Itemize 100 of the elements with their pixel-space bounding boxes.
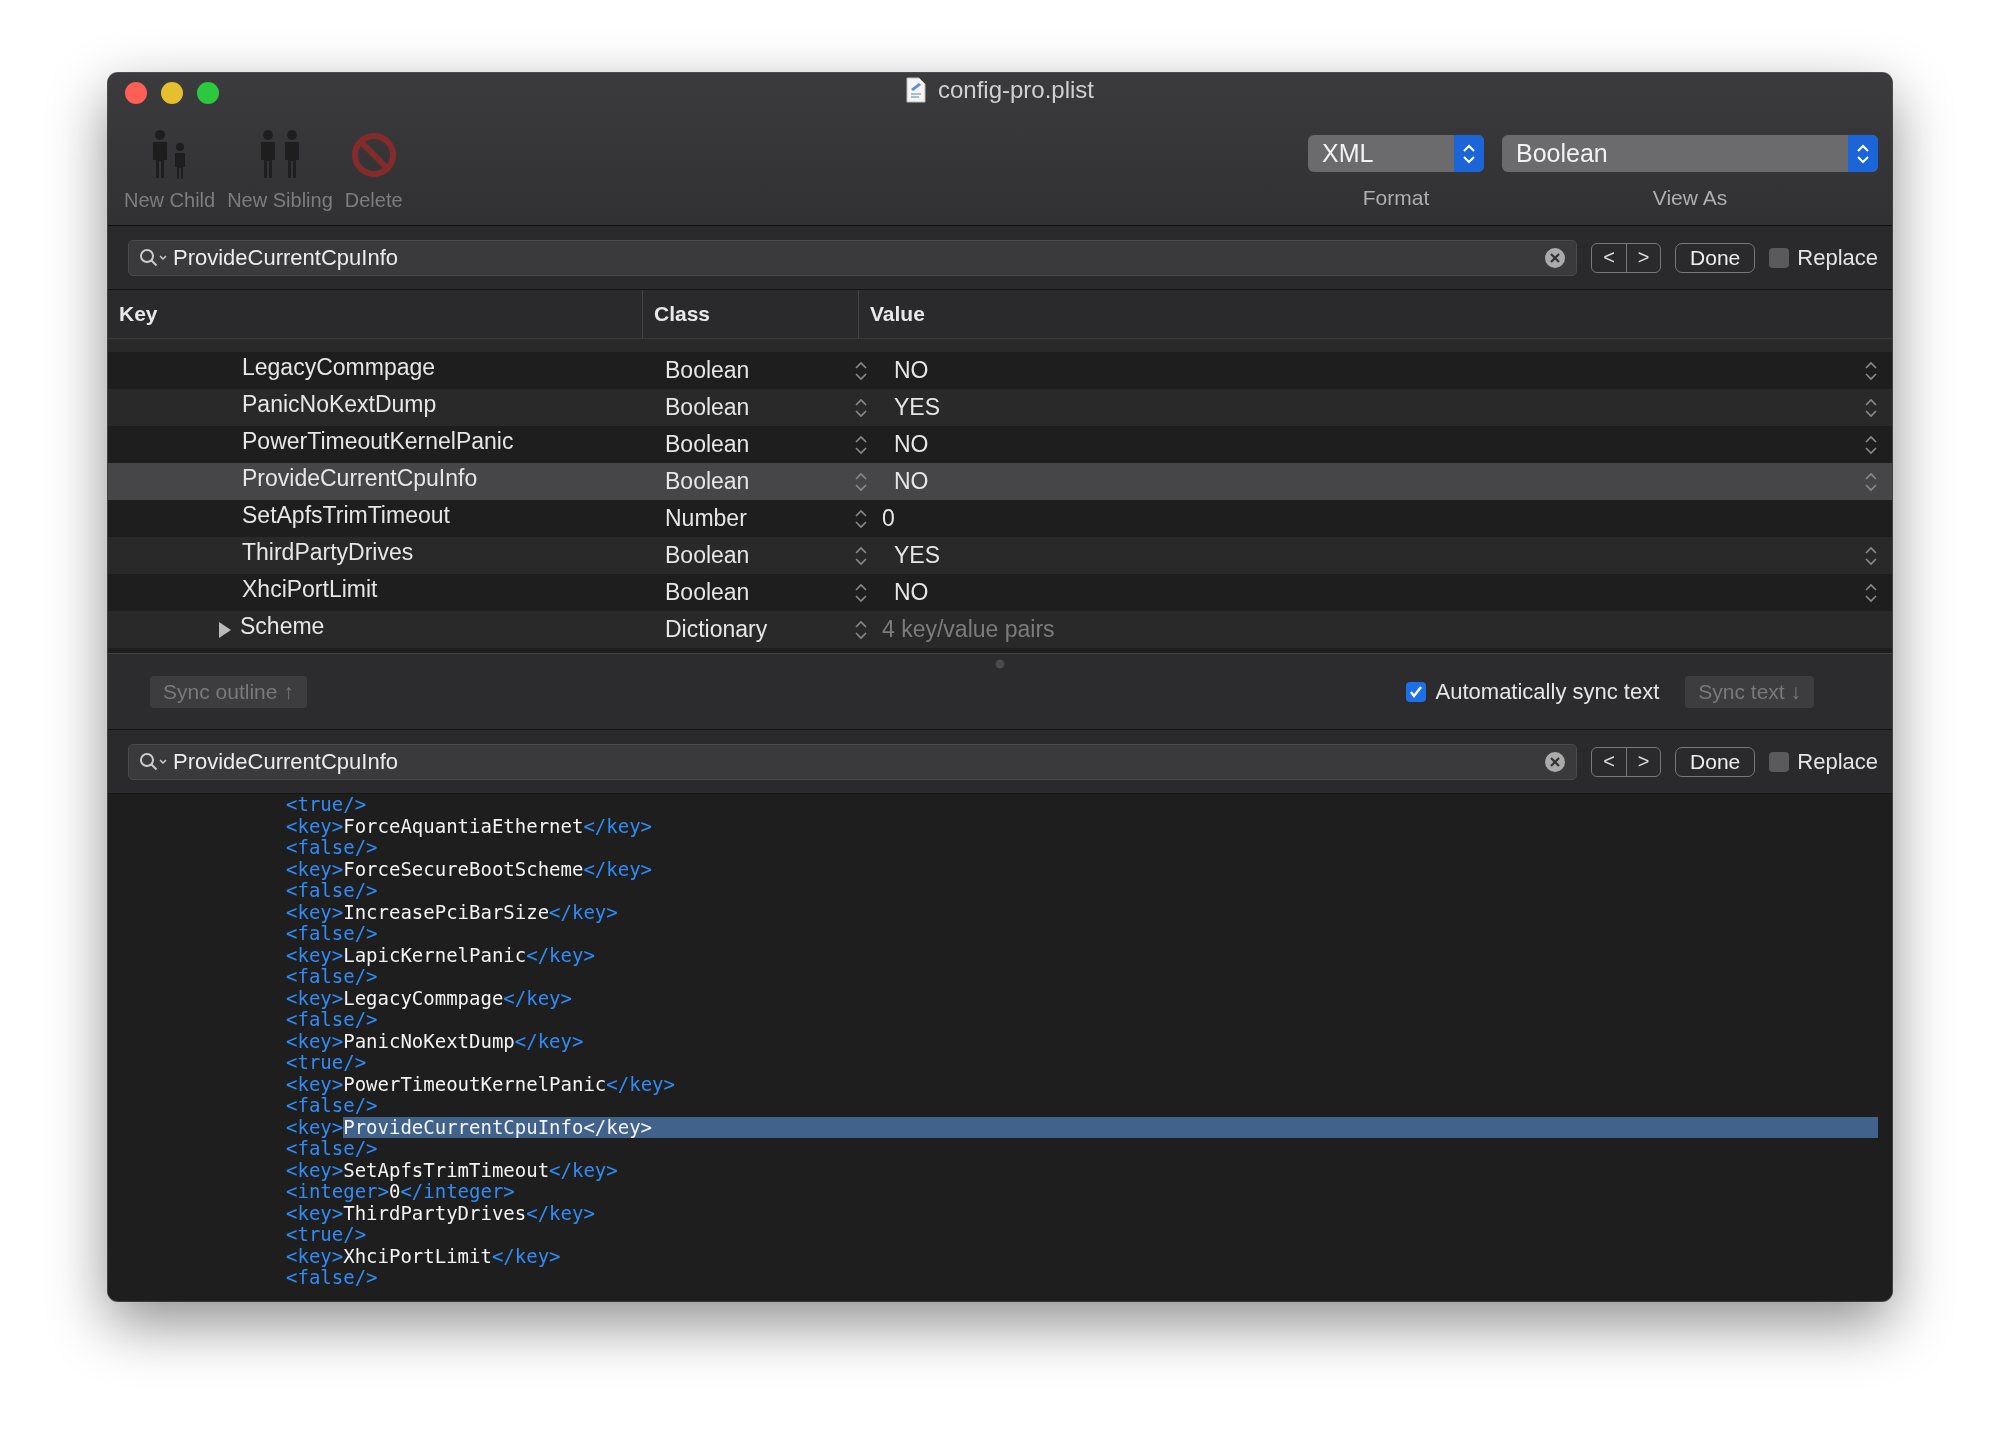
code-tag: <false/>	[286, 1095, 378, 1117]
code-tag: </key>	[583, 1116, 653, 1138]
code-tag: <false/>	[286, 1138, 378, 1160]
column-header[interactable]: Key	[108, 290, 642, 338]
code-tag: </key>	[549, 901, 618, 923]
code-text: XhciPortLimit	[343, 1245, 492, 1267]
code-tag: </key>	[526, 944, 595, 966]
disclosure-triangle-icon[interactable]	[217, 620, 233, 639]
code-text: PanicNoKextDump	[343, 1030, 515, 1052]
document-icon	[905, 77, 926, 103]
code-tag: <key>	[286, 1245, 344, 1267]
key-cell: PanicNoKextDump	[242, 391, 437, 418]
class-cell: Boolean	[665, 542, 750, 569]
code-tag: <false/>	[286, 837, 378, 859]
code-text: PowerTimeoutKernelPanic	[343, 1073, 607, 1095]
key-cell: Scheme	[240, 613, 325, 640]
popup-label: Format	[1362, 186, 1430, 210]
popup-button[interactable]: Boolean	[1502, 135, 1878, 172]
code-tag: <key>	[286, 1202, 344, 1224]
value-cell: NO	[894, 468, 929, 495]
code-tag: <false/>	[286, 1267, 378, 1289]
replace-label: Replace	[1797, 244, 1878, 271]
previous-button[interactable]: <	[1592, 747, 1627, 776]
code-tag: </key>	[583, 815, 653, 837]
code-tag: <key>	[286, 1030, 344, 1052]
table-row[interactable]: PanicNoKextDump Boolean YES	[108, 389, 1892, 426]
code-tag: <true/>	[286, 794, 367, 816]
code-tag: </key>	[526, 1202, 595, 1224]
value-cell: 4 key/value pairs	[882, 616, 1055, 643]
key-cell: ProvideCurrentCpuInfo	[242, 465, 478, 492]
code-tag: <integer>	[286, 1181, 389, 1203]
clear-icon[interactable]	[1544, 750, 1567, 773]
table-row[interactable]: PowerTimeoutKernelPanic Boolean NO	[108, 426, 1892, 463]
search-field[interactable]: ProvideCurrentCpuInfo	[128, 239, 1578, 276]
code-tag: <key>	[286, 1116, 344, 1138]
column-header[interactable]: Class	[642, 290, 858, 338]
code-text: ForceAquantiaEthernet	[343, 815, 584, 837]
class-cell: Boolean	[665, 431, 750, 458]
code-tag: </key>	[503, 987, 572, 1009]
code-tag: </integer>	[400, 1181, 515, 1203]
zoom-button[interactable]	[197, 82, 219, 104]
class-cell: Boolean	[665, 394, 750, 421]
code-text: 0	[388, 1181, 401, 1203]
previous-button[interactable]: <	[1592, 243, 1627, 272]
table-row[interactable]: Scheme Dictionary 4 key/value pairs	[108, 611, 1892, 648]
popup-label: View As	[1652, 186, 1728, 210]
code-tag: <false/>	[286, 1009, 378, 1031]
auto-sync-label: Automatically sync text	[1435, 678, 1660, 705]
code-text: SetApfsTrimTimeout	[343, 1159, 550, 1181]
done-button[interactable]: Done	[1675, 242, 1756, 273]
popup-button[interactable]: XML	[1308, 135, 1484, 172]
code-tag: <key>	[286, 858, 344, 880]
code-text: LapicKernelPanic	[343, 944, 527, 966]
key-cell: PowerTimeoutKernelPanic	[242, 428, 514, 455]
done-button[interactable]: Done	[1675, 746, 1756, 777]
window-title: config-pro.plist	[937, 76, 1095, 104]
replace-checkbox[interactable]	[1769, 751, 1790, 772]
clear-icon[interactable]	[1544, 246, 1567, 269]
class-cell: Boolean	[665, 357, 750, 384]
next-button[interactable]: >	[1626, 747, 1661, 776]
code-tag: <key>	[286, 944, 344, 966]
replace-label: Replace	[1797, 748, 1878, 775]
code-tag: <false/>	[286, 923, 378, 945]
code-tag: </key>	[514, 1030, 584, 1052]
replace-checkbox[interactable]	[1769, 247, 1790, 268]
split-handle-icon[interactable]	[995, 659, 1005, 669]
table-row[interactable]: SetApfsTrimTimeout Number 0	[108, 500, 1892, 537]
key-cell: SetApfsTrimTimeout	[242, 502, 450, 529]
code-tag: <key>	[286, 815, 344, 837]
close-button[interactable]	[125, 82, 147, 104]
value-cell: NO	[894, 579, 929, 606]
code-text: IncreasePciBarSize	[343, 901, 550, 923]
search-field[interactable]: ProvideCurrentCpuInfo	[128, 743, 1578, 780]
next-button[interactable]: >	[1626, 243, 1661, 272]
code-text: ThirdPartyDrives	[343, 1202, 527, 1224]
value-cell: NO	[894, 357, 929, 384]
auto-sync-checkbox[interactable]	[1405, 681, 1426, 702]
code-tag: <true/>	[286, 1224, 367, 1246]
table-row[interactable]: ProvideCurrentCpuInfo Boolean NO	[108, 463, 1892, 500]
key-cell: XhciPortLimit	[242, 576, 378, 603]
code-tag: <key>	[286, 987, 344, 1009]
table-row[interactable]: ThirdPartyDrives Boolean YES	[108, 537, 1892, 574]
code-text: ForceSecureBootScheme	[343, 858, 584, 880]
code-tag: </key>	[491, 1245, 561, 1267]
value-cell: NO	[894, 431, 929, 458]
value-cell: 0	[882, 505, 895, 532]
code-tag: </key>	[606, 1073, 675, 1095]
minimize-button[interactable]	[161, 82, 183, 104]
code-tag: <false/>	[286, 880, 378, 902]
table-row[interactable]: LegacyCommpage Boolean NO	[108, 352, 1892, 389]
value-cell: YES	[894, 542, 941, 569]
column-header[interactable]: Value	[858, 290, 1892, 338]
code-tag: <key>	[286, 1159, 344, 1181]
class-cell: Boolean	[665, 579, 750, 606]
search-icon	[139, 751, 169, 772]
class-cell: Dictionary	[665, 616, 768, 643]
table-row[interactable]: XhciPortLimit Boolean NO	[108, 574, 1892, 611]
value-cell: YES	[894, 394, 941, 421]
code-tag: <key>	[286, 901, 344, 923]
code-tag: <false/>	[286, 966, 378, 988]
